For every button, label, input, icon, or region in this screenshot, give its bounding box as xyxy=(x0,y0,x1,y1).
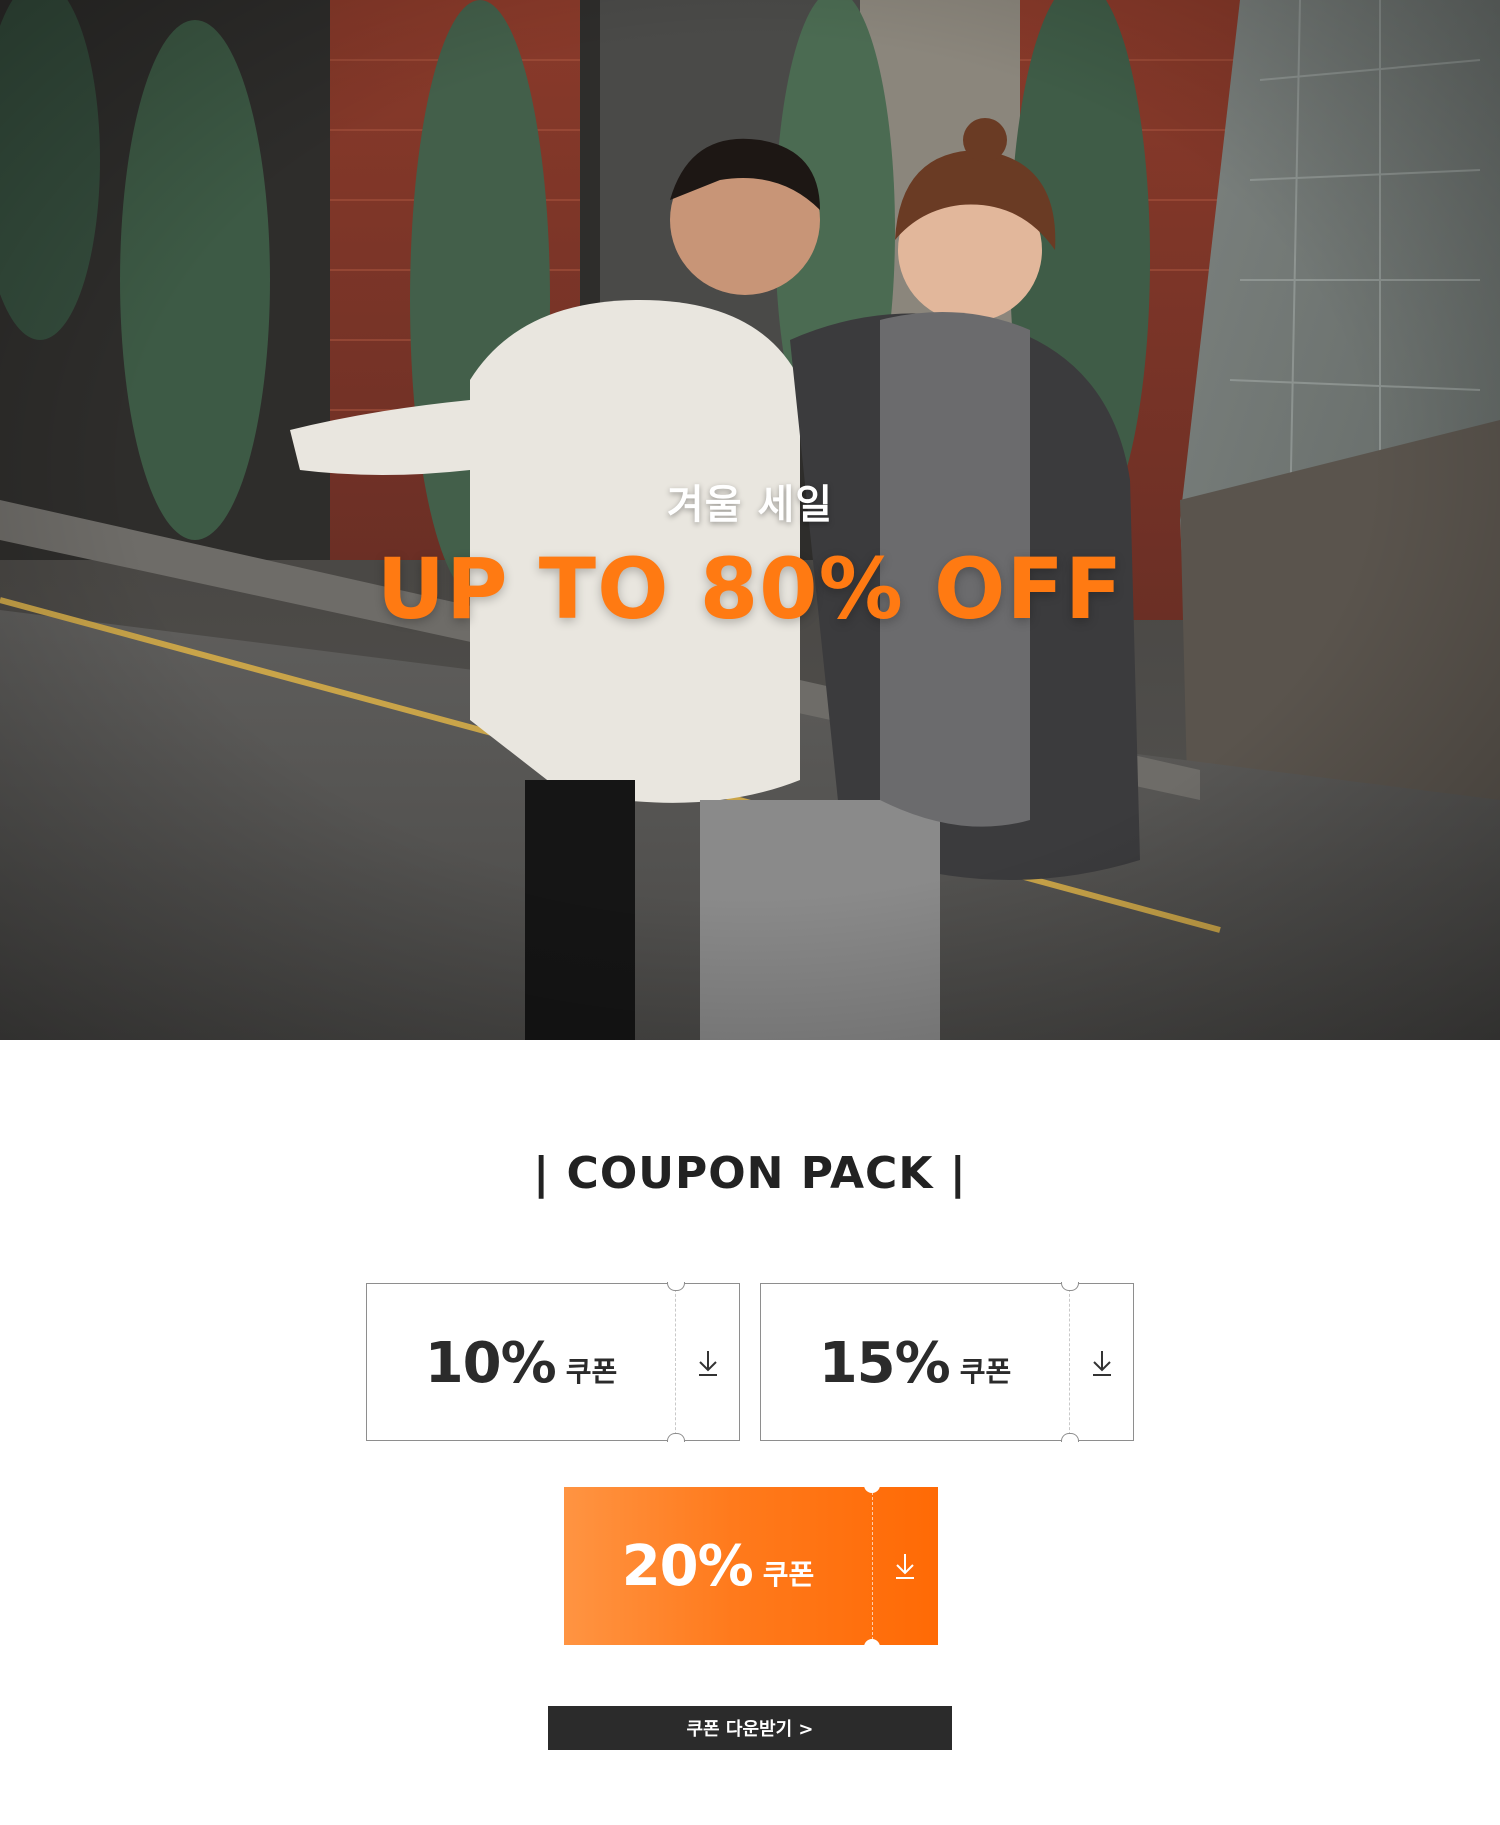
download-coupons-button[interactable]: 쿠폰 다운받기 > xyxy=(548,1706,952,1750)
download-icon[interactable] xyxy=(677,1284,739,1442)
hero-title: UP TO 80% OFF xyxy=(376,540,1124,638)
coupon-divider xyxy=(675,1284,676,1440)
coupon-section-title: | COUPON PACK | xyxy=(533,1148,967,1199)
coupon-unit: 쿠폰 xyxy=(565,1355,618,1388)
coupon-divider xyxy=(1069,1284,1070,1440)
download-icon[interactable] xyxy=(1071,1284,1133,1442)
coupon-percent: 20% xyxy=(621,1533,754,1599)
coupon-percent: 15% xyxy=(818,1330,951,1396)
hero-subtitle: 겨울 세일 xyxy=(666,482,834,528)
coupon-unit: 쿠폰 xyxy=(959,1355,1012,1388)
coupon-percent: 10% xyxy=(424,1330,557,1396)
coupon-unit: 쿠폰 xyxy=(762,1558,815,1591)
coupon-10-percent[interactable]: 10% 쿠폰 xyxy=(366,1282,740,1442)
coupon-20-percent[interactable]: 20% 쿠폰 xyxy=(564,1485,938,1647)
hero-text: 겨울 세일 UP TO 80% OFF xyxy=(0,0,1500,1040)
coupon-value: 20% 쿠폰 xyxy=(564,1487,872,1645)
coupon-15-percent[interactable]: 15% 쿠폰 xyxy=(760,1282,1134,1442)
download-icon[interactable] xyxy=(874,1487,936,1645)
coupon-value: 15% 쿠폰 xyxy=(761,1284,1069,1442)
coupon-divider xyxy=(872,1487,873,1645)
coupon-value: 10% 쿠폰 xyxy=(367,1284,675,1442)
hero-banner: 겨울 세일 UP TO 80% OFF xyxy=(0,0,1500,1040)
